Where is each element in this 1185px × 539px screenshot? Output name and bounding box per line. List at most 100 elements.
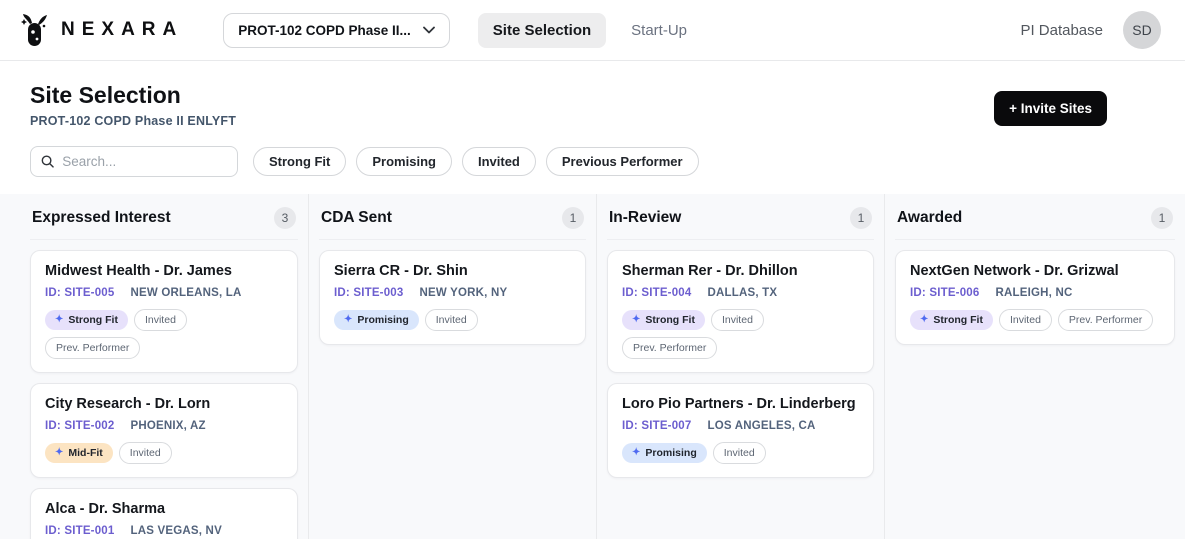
fit-badge-label: Strong Fit [933,314,983,326]
status-tag: Invited [119,442,172,464]
site-id: ID: SITE-002 [45,420,115,432]
search-box[interactable] [30,146,238,177]
site-location: RALEIGH, NC [996,287,1073,299]
site-card[interactable]: Midwest Health - Dr. James ID: SITE-005 NE… [30,250,298,373]
column-header: Expressed Interest3 [30,194,298,240]
fit-badge: ✦ Promising [334,310,419,330]
column-header: In-Review 1 [607,194,874,240]
site-id: ID: SITE-003 [334,287,404,299]
column-title: In-Review [609,209,681,227]
board-column: In-Review 1 Sherman Rer - Dr. Dhillon ID: S… [597,194,885,539]
protocol-selector-label: PROT-102 COPD Phase II... [238,23,411,38]
tab-site-selection[interactable]: Site Selection [478,13,606,48]
filter-previous-performer[interactable]: Previous Performer [546,147,699,176]
page-header: Site Selection PROT-102 COPD Phase II EN… [0,61,1185,194]
board-column: Awarded 1 NextGen Network - Dr. GrizwalID:… [885,194,1185,539]
site-id: ID: SITE-004 [622,287,692,299]
status-tag: Invited [711,309,764,331]
brand: NEXARA [18,11,183,49]
sparkle-icon: ✦ [344,315,352,325]
board-column: Expressed Interest3 Midwest Health - Dr. … [0,194,309,539]
chevron-down-icon [423,26,435,34]
site-location: DALLAS, TX [708,287,778,299]
filter-invited[interactable]: Invited [462,147,536,176]
search-icon [41,154,54,169]
status-tag: Invited [713,442,766,464]
site-card-meta: ID: SITE-002 PHOENIX, AZ [45,420,283,432]
nexara-logo-icon [18,11,52,49]
tab-start-up[interactable]: Start-Up [616,13,702,48]
site-location: PHOENIX, AZ [131,420,206,432]
pi-database-link[interactable]: PI Database [1020,22,1103,39]
site-card-title: Sierra CR - Dr. Shin [334,263,571,279]
site-id: ID: SITE-006 [910,287,980,299]
site-card-meta: ID: SITE-004 DALLAS, TX [622,287,859,299]
protocol-selector[interactable]: PROT-102 COPD Phase II... [223,13,450,48]
site-card[interactable]: City Research - Dr. Lorn ID: SITE-002 PHOE… [30,383,298,478]
column-count-badge: 1 [850,207,872,229]
toolbar: Strong Fit Promising Invited Previous Pe… [30,146,1155,194]
site-card-meta: ID: SITE-005 NEW ORLEANS, LA [45,287,283,299]
column-header: CDA Sent1 [319,194,586,240]
site-card[interactable]: Sierra CR - Dr. Shin ID: SITE-003 NEW YORK… [319,250,586,345]
site-card-meta: ID: SITE-007 LOS ANGELES, CA [622,420,859,432]
top-nav: NEXARA PROT-102 COPD Phase II... Site Se… [0,0,1185,61]
site-card-tags: ✦Mid-FitInvited [45,442,283,464]
fit-badge-label: Mid-Fit [68,447,102,459]
fit-badge-label: Strong Fit [645,314,695,326]
column-count-badge: 3 [274,207,296,229]
nav-tabs: Site Selection Start-Up [478,13,702,48]
avatar[interactable]: SD [1123,11,1161,49]
site-card-meta: ID: SITE-001 LAS VEGAS, NV [45,525,283,537]
sparkle-icon: ✦ [632,315,640,325]
status-tag: Prev. Performer [45,337,140,359]
status-tag: Invited [134,309,187,331]
page-title: Site Selection [30,82,1155,109]
site-card[interactable]: Sherman Rer - Dr. Dhillon ID: SITE-004 DAL… [607,250,874,373]
sparkle-icon: ✦ [920,315,928,325]
fit-badge-label: Promising [357,314,408,326]
status-tag: Prev. Performer [622,337,717,359]
fit-badge: ✦ Strong Fit [45,310,128,330]
site-card-tags: ✦ Strong Fit Invited Prev. Performer [622,309,859,359]
site-card-meta: ID: SITE-006 RALEIGH, NC [910,287,1160,299]
sparkle-icon: ✦ [632,448,640,458]
fit-badge-label: Strong Fit [68,314,118,326]
filter-chips: Strong Fit Promising Invited Previous Pe… [253,147,699,176]
site-location: NEW ORLEANS, LA [131,287,242,299]
site-card-title: City Research - Dr. Lorn [45,396,283,412]
site-card-tags: ✦ Strong Fit Invited Prev. Performer [45,309,283,359]
fit-badge-label: Promising [645,447,696,459]
invite-sites-button[interactable]: + Invite Sites [994,91,1107,126]
site-card[interactable]: Loro Pio Partners - Dr. Linderberg ID: SI… [607,383,874,478]
sparkle-icon: ✦ [55,315,63,325]
filter-strong-fit[interactable]: Strong Fit [253,147,346,176]
site-card[interactable]: NextGen Network - Dr. GrizwalID: SITE-00… [895,250,1175,345]
site-card[interactable]: Alca - Dr. Sharma ID: SITE-001 LAS VEGAS, … [30,488,298,539]
site-card-tags: ✦ Promising Invited [622,442,859,464]
site-id: ID: SITE-007 [622,420,692,432]
column-title: CDA Sent [321,209,392,227]
status-tag: Invited [425,309,478,331]
site-card-title: Sherman Rer - Dr. Dhillon [622,263,859,279]
fit-badge: ✦ Promising [622,443,707,463]
column-count-badge: 1 [1151,207,1173,229]
nav-right: PI Database SD [1020,11,1161,49]
site-id: ID: SITE-001 [45,525,115,537]
column-title: Awarded [897,209,962,227]
status-tag: Prev. Performer [1058,309,1153,331]
site-id: ID: SITE-005 [45,287,115,299]
column-header: Awarded 1 [895,194,1175,240]
site-card-title: Midwest Health - Dr. James [45,263,283,279]
site-location: LOS ANGELES, CA [708,420,816,432]
site-card-meta: ID: SITE-003 NEW YORK, NY [334,287,571,299]
search-input[interactable] [62,154,227,169]
site-location: LAS VEGAS, NV [131,525,222,537]
site-card-title: Alca - Dr. Sharma [45,501,283,517]
board-column: CDA Sent1 Sierra CR - Dr. Shin ID: SITE-00… [309,194,597,539]
site-card-tags: ✦ Promising Invited [334,309,571,331]
filter-promising[interactable]: Promising [356,147,452,176]
fit-badge: ✦ Strong Fit [910,310,993,330]
site-location: NEW YORK, NY [420,287,508,299]
site-card-title: Loro Pio Partners - Dr. Linderberg [622,396,859,412]
